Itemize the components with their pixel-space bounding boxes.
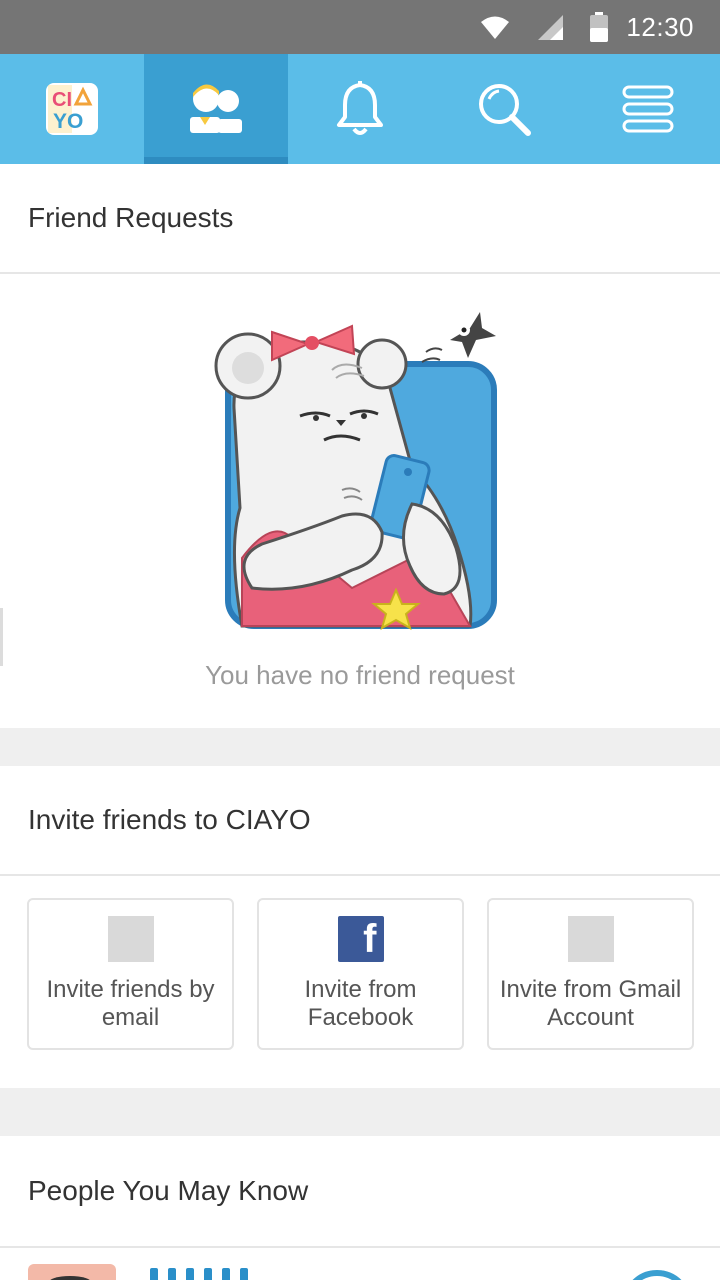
status-time: 12:30 xyxy=(626,11,694,42)
wifi-icon xyxy=(480,14,510,40)
battery-icon xyxy=(590,12,609,42)
invite-email-label: Invite friends by email xyxy=(46,976,215,1031)
nav-home-logo[interactable]: CI YO xyxy=(0,54,144,164)
svg-text:YO: YO xyxy=(53,110,83,133)
signal-icon xyxy=(536,13,564,41)
bell-icon xyxy=(337,81,383,135)
friend-requests-title: Friend Requests xyxy=(0,164,720,274)
people-list-item[interactable] xyxy=(0,1248,720,1280)
nav-menu[interactable] xyxy=(576,54,720,164)
people-title: People You May Know xyxy=(0,1136,720,1248)
follow-button[interactable] xyxy=(622,1270,692,1280)
section-divider xyxy=(0,1088,720,1136)
avatar-hat xyxy=(48,1276,92,1280)
invite-email-button[interactable]: Invite friends by email xyxy=(27,898,234,1050)
invite-gmail-label: Invite from Gmail Account xyxy=(499,976,682,1031)
search-icon xyxy=(479,84,531,136)
invite-gmail-button[interactable]: Invite from Gmail Account xyxy=(487,898,694,1050)
facebook-icon: f xyxy=(337,916,384,962)
nav-friends[interactable] xyxy=(144,54,288,164)
ciayo-logo-icon: CI YO xyxy=(46,83,98,135)
nav-notifications[interactable] xyxy=(288,54,432,164)
invite-facebook-label: Invite from Facebook xyxy=(304,976,417,1031)
top-nav: CI YO xyxy=(0,54,720,164)
status-bar: 12:30 xyxy=(0,0,720,54)
invite-facebook-button[interactable]: f Invite from Facebook xyxy=(257,898,464,1050)
gmail-placeholder-icon xyxy=(567,916,614,962)
nav-search[interactable] xyxy=(432,54,576,164)
section-divider xyxy=(0,728,720,766)
friends-icon xyxy=(190,84,242,133)
menu-icon xyxy=(622,85,674,133)
avatar xyxy=(28,1264,116,1280)
empty-state-message: You have no friend request xyxy=(205,660,515,690)
invite-options: Invite friends by email f Invite from Fa… xyxy=(0,876,720,1088)
person-name-partial xyxy=(150,1268,330,1280)
empty-state-illustration xyxy=(214,312,497,631)
friend-requests-empty-state: You have no friend request xyxy=(0,276,720,728)
svg-text:CI: CI xyxy=(52,89,72,111)
invite-title: Invite friends to CIAYO xyxy=(0,766,720,876)
edge-handle xyxy=(0,608,3,666)
email-placeholder-icon xyxy=(107,916,154,962)
